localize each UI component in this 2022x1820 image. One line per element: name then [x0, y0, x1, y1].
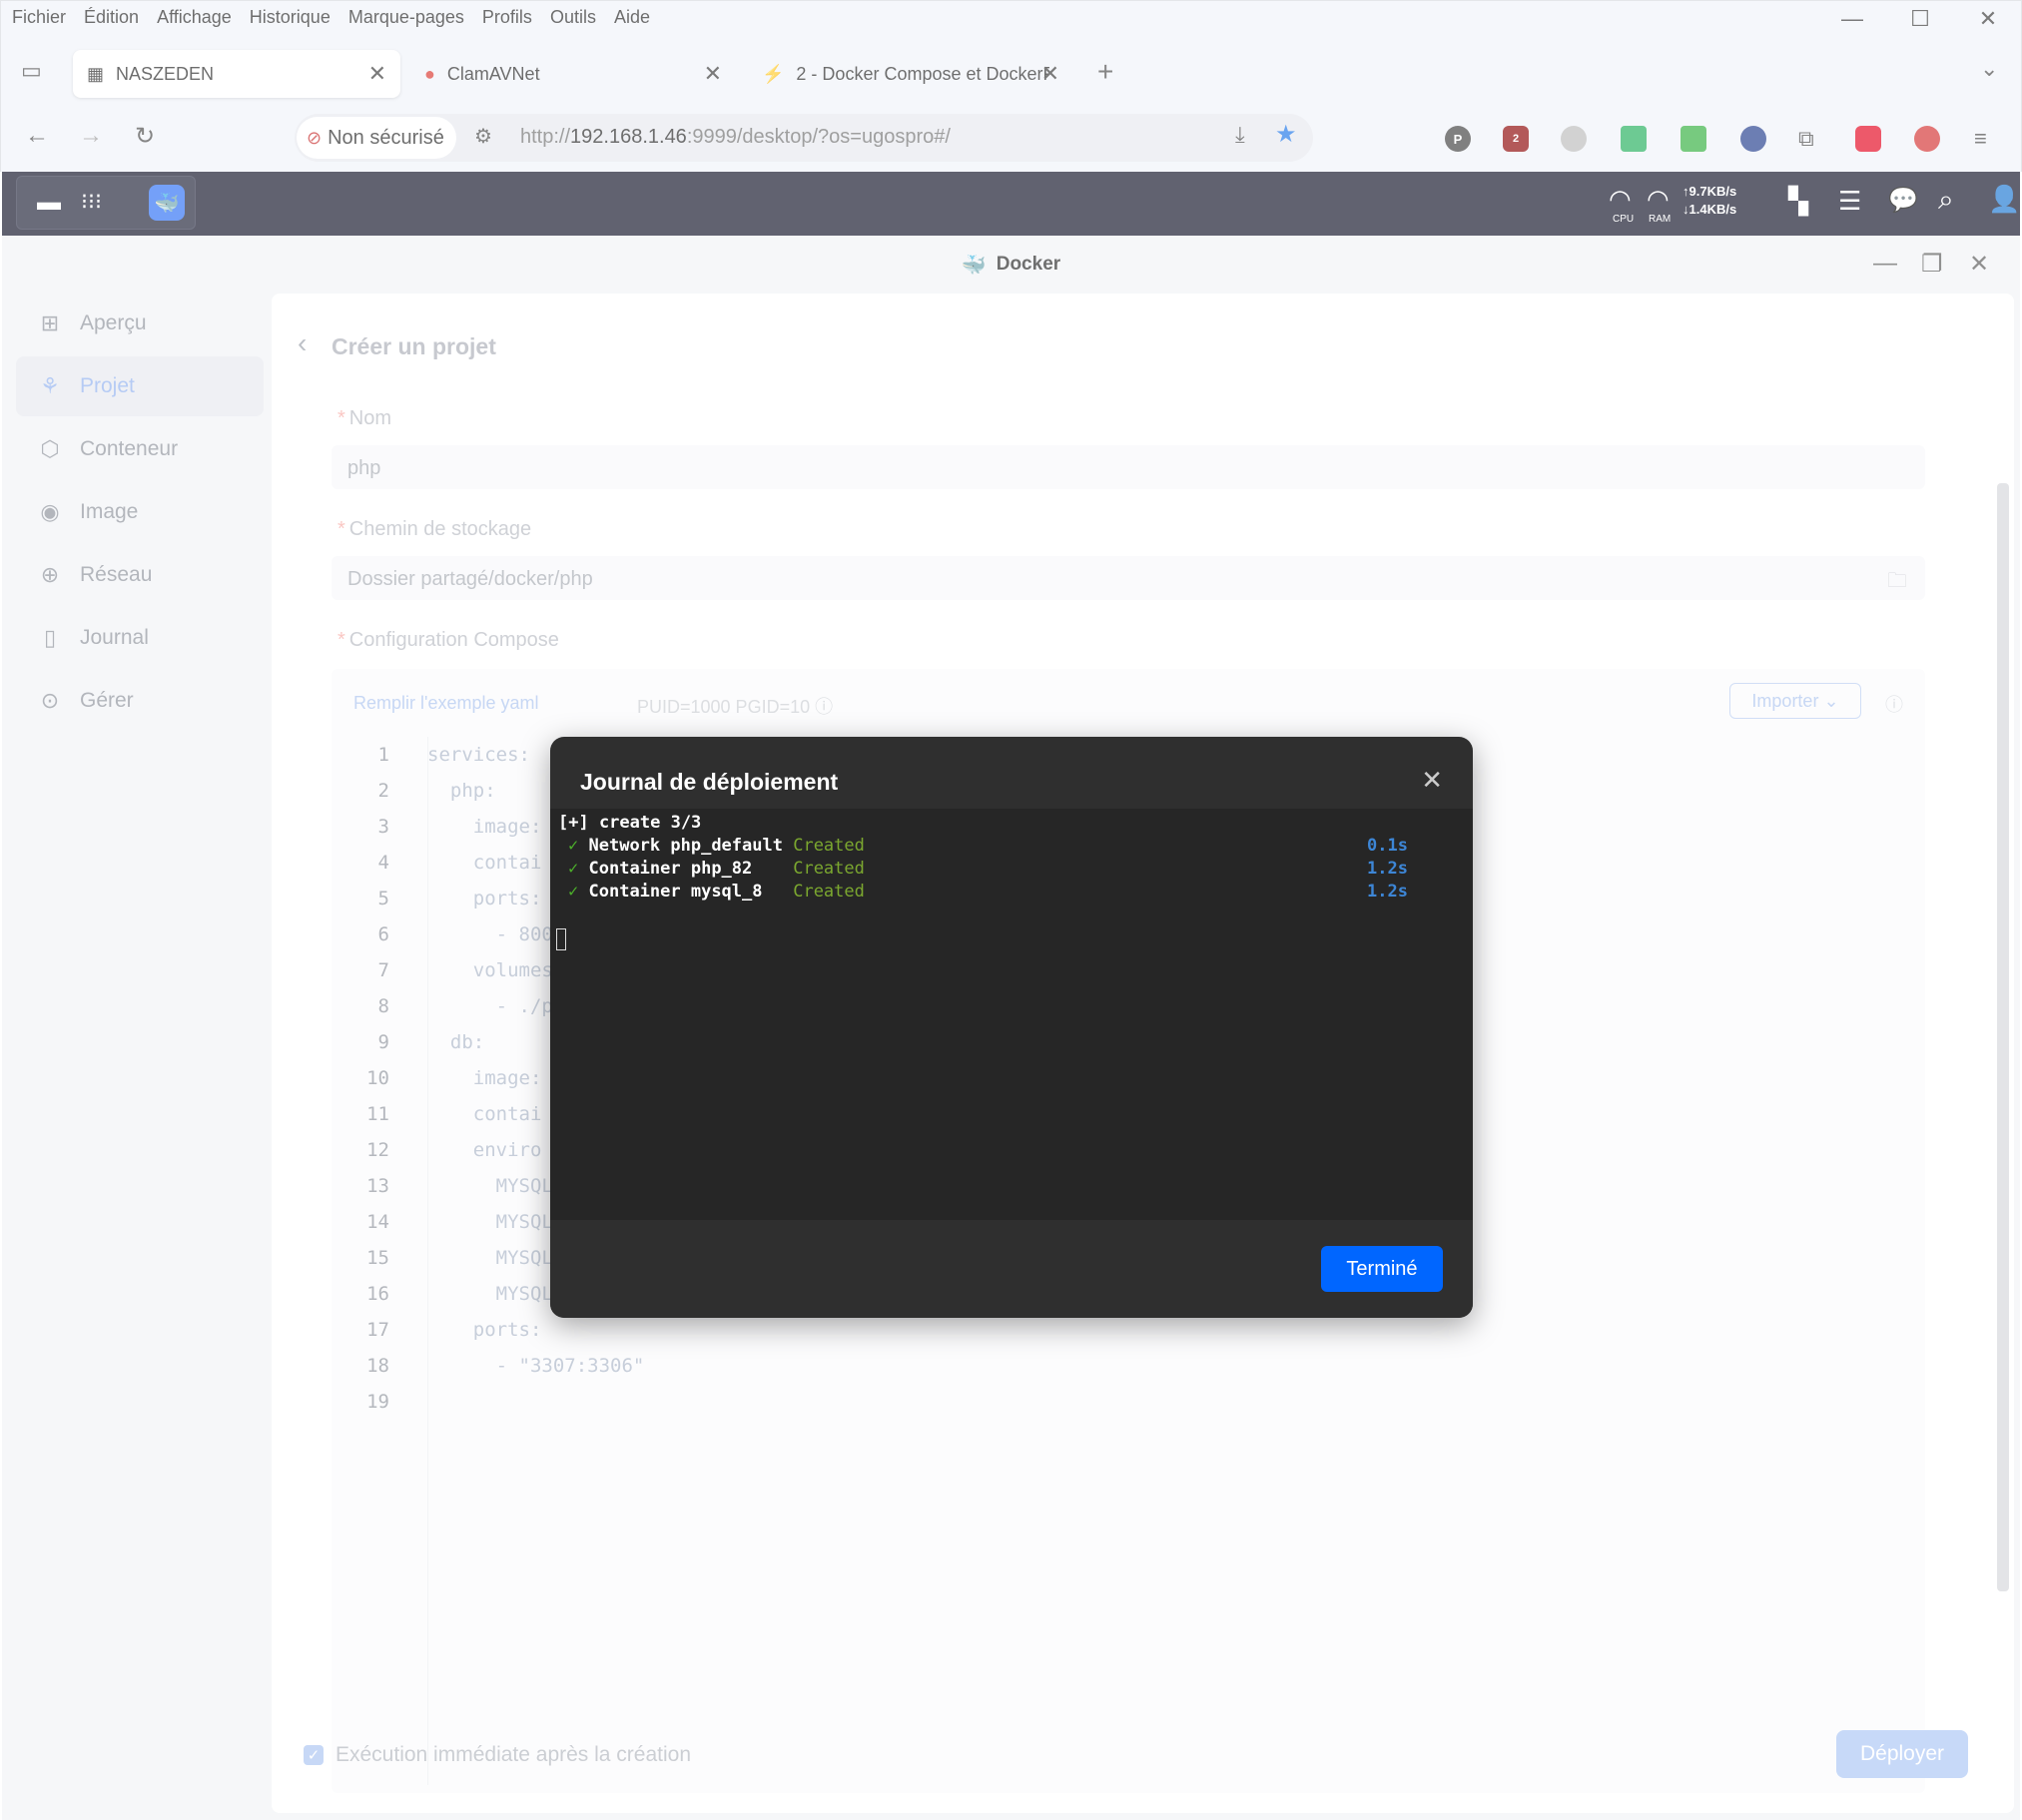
log-time: 0.1s: [1367, 836, 1408, 856]
check-icon: ✓: [568, 882, 579, 902]
terminal-cursor: [556, 928, 566, 950]
dialog-header: Journal de déploiement ✕: [550, 737, 1473, 809]
log-status: Created: [793, 859, 865, 879]
log-line: ✓ Network php_default Created: [568, 836, 865, 856]
check-icon: ✓: [568, 836, 579, 856]
terminal-header-line: [+] create 3/3: [558, 813, 702, 833]
log-time: 1.2s: [1367, 859, 1408, 879]
log-line: ✓ Container mysql_8 Created: [568, 882, 865, 902]
deployment-terminal: [+] create 3/3 ✓ Network php_default Cre…: [550, 809, 1473, 1220]
dialog-close-icon[interactable]: ✕: [1421, 765, 1443, 796]
dialog-footer: Terminé: [550, 1220, 1473, 1318]
log-text: Network php_default: [588, 836, 783, 856]
dialog-title: Journal de déploiement: [580, 769, 839, 795]
log-line: ✓ Container php_82 Created: [568, 859, 865, 879]
log-status: Created: [793, 882, 865, 902]
log-status: Created: [793, 836, 865, 856]
done-button[interactable]: Terminé: [1321, 1246, 1443, 1292]
log-time: 1.2s: [1367, 882, 1408, 902]
log-text: Container mysql_8: [588, 882, 783, 902]
log-text: Container php_82: [588, 859, 783, 879]
deployment-log-dialog: Journal de déploiement ✕ [+] create 3/3 …: [550, 737, 1473, 1318]
check-icon: ✓: [568, 859, 579, 879]
